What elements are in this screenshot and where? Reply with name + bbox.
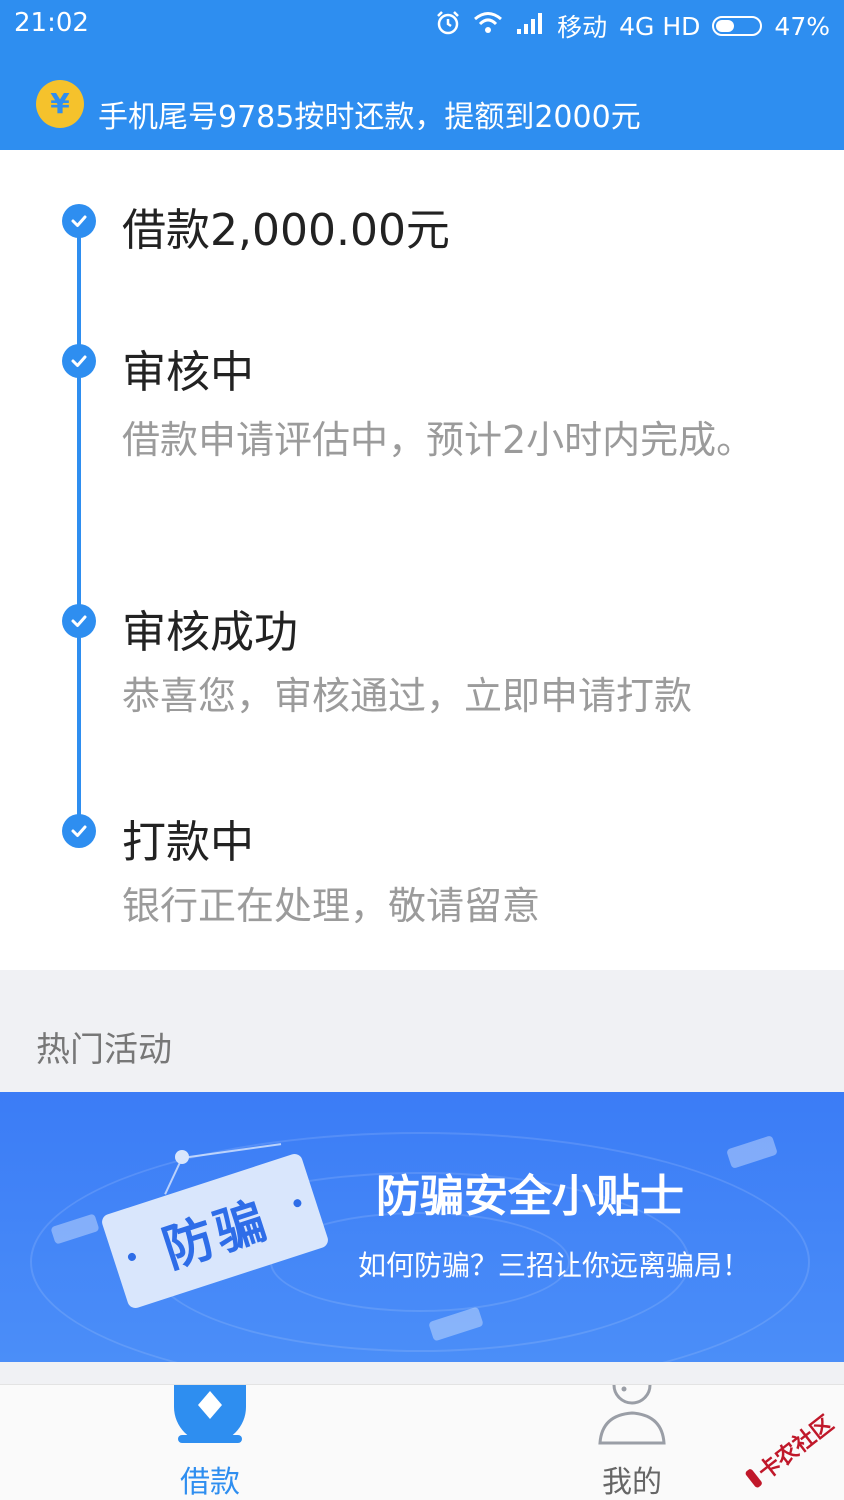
status-time: 21:02 [14, 8, 89, 38]
banner-subtitle: 如何防骗？三招让你远离骗局！ [358, 1249, 751, 1282]
step-title: 审核中 [122, 347, 254, 398]
watermark-text: 卡农社区 [753, 1411, 839, 1486]
step-desc: 银行正在处理，敬请留意 [122, 884, 541, 928]
step-title: 打款中 [122, 817, 254, 868]
user-icon [592, 1384, 672, 1451]
bottom-nav: 借款 我的 [0, 1384, 844, 1500]
wifi-icon [473, 11, 503, 41]
loan-progress-timeline: 借款2,000.00元 审核中 借款申请评估中，预计2小时内完成。 审核成功 恭… [0, 150, 844, 970]
tab-label: 我的 [602, 1465, 662, 1500]
step-title: 审核成功 [122, 607, 298, 658]
decor-flake [726, 1135, 778, 1169]
check-icon [62, 344, 96, 378]
signal-icon [515, 11, 545, 41]
tab-borrow[interactable]: 借款 [110, 1385, 310, 1500]
tab-mine[interactable]: 我的 [532, 1384, 732, 1500]
status-right: 移动 4G HD 47% [435, 8, 830, 44]
status-bar: 21:02 移动 4G HD 47% [0, 0, 844, 52]
hot-activities-header: 热门活动 [0, 970, 844, 1092]
step-desc: 恭喜您，审核通过，立即申请打款 [122, 674, 693, 718]
timeline-line [77, 222, 81, 832]
badge-dot [292, 1198, 303, 1209]
carrier-label: 移动 [557, 13, 608, 42]
notice-banner[interactable]: ¥ 手机尾号9785按时还款，提额到2000元 [0, 70, 844, 130]
section-title: 热门活动 [36, 1030, 172, 1070]
network-label: 4G HD [619, 11, 701, 41]
badge-text: 防骗 [155, 1190, 277, 1280]
borrow-icon [170, 1385, 250, 1451]
check-icon [62, 814, 96, 848]
step-title: 借款2,000.00元 [122, 205, 450, 256]
anti-fraud-banner[interactable]: 防骗 防骗安全小贴士 如何防骗？三招让你远离骗局！ [0, 1092, 844, 1362]
tab-label: 借款 [180, 1465, 240, 1500]
alarm-icon [435, 10, 461, 42]
badge-dot [126, 1251, 137, 1262]
banner-title: 防骗安全小贴士 [376, 1171, 684, 1222]
top-header: 21:02 移动 4G HD 47% ¥ 手机尾号9785按时还款，提额到200… [0, 0, 844, 150]
battery-icon [712, 16, 763, 36]
coin-icon: ¥ [36, 80, 84, 128]
step-desc: 借款申请评估中，预计2小时内完成。 [122, 418, 755, 462]
notice-text: 手机尾号9785按时还款，提额到2000元 [98, 100, 641, 130]
check-icon [62, 604, 96, 638]
battery-label: 47% [774, 11, 830, 41]
check-icon [62, 204, 96, 238]
